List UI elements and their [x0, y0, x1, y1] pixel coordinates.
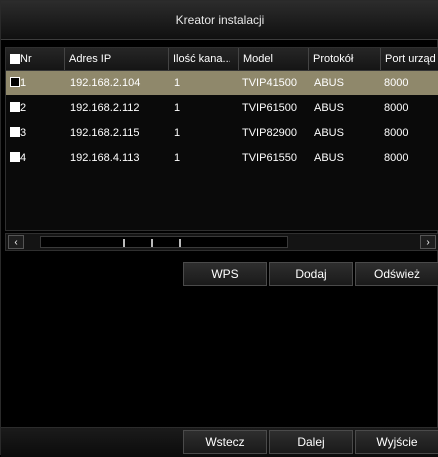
cell-channels: 1: [174, 127, 181, 139]
table-row[interactable]: 1 192.168.2.104 1 TVIP41500 ABUS 8000: [6, 71, 438, 95]
cell-ip: 192.168.4.113: [70, 152, 140, 164]
add-button[interactable]: Dodaj: [269, 262, 353, 286]
exit-button[interactable]: Wyjście: [355, 430, 438, 454]
row-checkbox[interactable]: [10, 102, 20, 112]
table-row[interactable]: 4 192.168.4.113 1 TVIP61550 ABUS 8000: [6, 146, 438, 170]
cell-model: TVIP41500: [242, 77, 298, 89]
refresh-button[interactable]: Odśwież: [355, 262, 438, 286]
back-button[interactable]: Wstecz: [183, 430, 267, 454]
next-button[interactable]: Dalej: [269, 430, 353, 454]
footer-bar: Wstecz Dalej Wyjście: [1, 427, 438, 457]
cell-port: 8000: [384, 102, 409, 114]
cell-nr: 2: [20, 102, 27, 114]
column-nr[interactable]: Nr: [20, 48, 64, 70]
cell-protocol: ABUS: [314, 152, 344, 164]
cell-ip: 192.168.2.104: [70, 77, 141, 89]
cell-channels: 1: [174, 102, 181, 114]
cell-protocol: ABUS: [314, 127, 344, 139]
horizontal-scrollbar[interactable]: ‹ ›: [5, 233, 438, 251]
cell-port: 8000: [384, 152, 409, 164]
grip-mark: [151, 239, 153, 247]
grip-mark: [123, 239, 125, 247]
cell-port: 8000: [384, 77, 409, 89]
select-all-checkbox[interactable]: [10, 54, 20, 64]
cell-channels: 1: [174, 152, 181, 164]
cell-model: TVIP61500: [242, 102, 298, 114]
wps-button[interactable]: WPS: [183, 262, 267, 286]
column-model[interactable]: Model: [238, 48, 310, 70]
cell-nr: 1: [20, 77, 27, 89]
cell-port: 8000: [384, 127, 409, 139]
cell-nr: 4: [20, 152, 27, 164]
table-row[interactable]: 2 192.168.2.112 1 TVIP61500 ABUS 8000: [6, 96, 438, 120]
cell-ip: 192.168.2.115: [70, 127, 140, 139]
grip-mark: [179, 239, 181, 247]
column-channel-count[interactable]: Ilość kana...: [168, 48, 230, 70]
table-header: Nr Adres IP Ilość kana... Model Protokół…: [6, 48, 438, 71]
row-checkbox[interactable]: [10, 77, 20, 87]
installation-wizard-window: Kreator instalacji Nr Adres IP Ilość kan…: [0, 0, 438, 457]
column-device-port[interactable]: Port urząd: [380, 48, 436, 70]
scrollbar-thumb[interactable]: [40, 236, 288, 248]
cell-protocol: ABUS: [314, 102, 344, 114]
column-protocol[interactable]: Protokół: [308, 48, 378, 70]
cell-ip: 192.168.2.112: [70, 102, 140, 114]
cell-model: TVIP61550: [242, 152, 298, 164]
chevron-right-icon[interactable]: ›: [420, 235, 436, 249]
column-ip-address[interactable]: Adres IP: [64, 48, 152, 70]
chevron-left-icon[interactable]: ‹: [8, 235, 24, 249]
cell-protocol: ABUS: [314, 77, 344, 89]
cell-nr: 3: [20, 127, 27, 139]
cell-channels: 1: [174, 77, 181, 89]
cell-model: TVIP82900: [242, 127, 298, 139]
window-title: Kreator instalacji: [1, 1, 438, 40]
table-row[interactable]: 3 192.168.2.115 1 TVIP82900 ABUS 8000: [6, 121, 438, 145]
row-checkbox[interactable]: [10, 127, 20, 137]
row-checkbox[interactable]: [10, 152, 20, 162]
device-table: Nr Adres IP Ilość kana... Model Protokół…: [5, 47, 438, 231]
